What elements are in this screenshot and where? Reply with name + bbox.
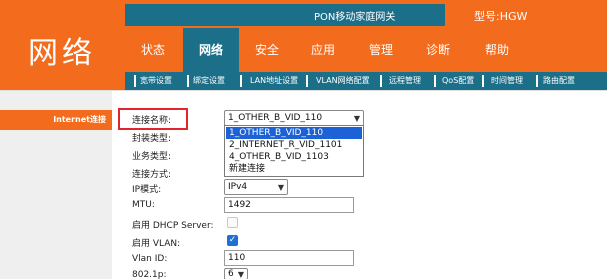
vlan-id-label: Vlan ID:: [132, 254, 168, 264]
subnav-qos[interactable]: QoS配置: [442, 72, 474, 90]
connection-name-label: 连接名称:: [132, 116, 172, 126]
check-icon: ✓: [228, 235, 237, 245]
sub-nav-separator: [536, 75, 538, 87]
device-title: PON移动家庭网关: [314, 12, 396, 23]
dot1p-label: 802.1p:: [132, 270, 167, 279]
dot1p-select[interactable]: 6 ▼: [224, 268, 248, 279]
subnav-vlan-config[interactable]: VLAN网络配置: [316, 72, 370, 90]
connection-mode-label: 连接方式:: [132, 170, 172, 180]
vlan-id-input[interactable]: 110: [224, 250, 354, 266]
subnav-time-management[interactable]: 时间管理: [491, 72, 523, 90]
model-label: 型号:HGW: [474, 10, 528, 23]
nav-diagnostics[interactable]: 诊断: [410, 28, 466, 72]
dot1p-value: 6: [228, 269, 234, 279]
nav-help[interactable]: 帮助: [469, 28, 525, 72]
chevron-down-icon: ▼: [277, 183, 284, 192]
nav-status[interactable]: 状态: [125, 28, 181, 72]
logo: 网络: [28, 36, 96, 71]
chevron-down-icon: ▼: [353, 114, 360, 123]
dropdown-option[interactable]: 2_INTERNET_R_VID_1101: [226, 139, 362, 151]
dropdown-option[interactable]: 4_OTHER_B_VID_1103: [226, 151, 362, 163]
subnav-broadband[interactable]: 宽带设置: [140, 72, 172, 90]
sub-nav-separator: [240, 75, 242, 87]
mtu-label: MTU:: [132, 200, 155, 210]
sub-nav-separator: [482, 75, 484, 87]
nav-applications[interactable]: 应用: [295, 28, 351, 72]
subnav-routing[interactable]: 路由配置: [543, 72, 575, 90]
connection-name-dropdown: 1_OTHER_B_VID_110 2_INTERNET_R_VID_1101 …: [224, 125, 364, 177]
top-title-bar: [125, 4, 445, 26]
sub-nav-separator: [134, 75, 136, 87]
dhcp-server-checkbox[interactable]: [227, 217, 238, 228]
ip-mode-label: IP模式:: [132, 185, 162, 195]
sub-nav-separator: [380, 75, 382, 87]
subnav-lan-address[interactable]: LAN地址设置: [250, 72, 298, 90]
nav-security[interactable]: 安全: [239, 28, 295, 72]
dhcp-server-label: 启用 DHCP Server:: [132, 221, 214, 231]
vlan-enable-label: 启用 VLAN:: [132, 239, 181, 249]
ip-mode-value: IPv4: [228, 182, 248, 192]
subnav-remote-management[interactable]: 远程管理: [389, 72, 421, 90]
dropdown-option[interactable]: 1_OTHER_B_VID_110: [226, 127, 362, 139]
encapsulation-label: 封装类型:: [132, 134, 172, 144]
dropdown-option-new-connection[interactable]: 新建连接: [226, 163, 362, 175]
mtu-input[interactable]: 1492: [224, 197, 354, 213]
service-type-label: 业务类型:: [132, 152, 172, 162]
sub-nav-separator: [187, 75, 189, 87]
connection-name-value: 1_OTHER_B_VID_110: [228, 113, 323, 123]
sub-nav-separator: [434, 75, 436, 87]
nav-network[interactable]: 网络: [183, 28, 239, 74]
vlan-enable-checkbox[interactable]: ✓: [227, 235, 238, 246]
chevron-down-icon: ▼: [237, 270, 244, 279]
ip-mode-select[interactable]: IPv4 ▼: [224, 179, 288, 195]
nav-management[interactable]: 管理: [353, 28, 409, 72]
subnav-binding[interactable]: 绑定设置: [193, 72, 225, 90]
sub-nav-separator: [306, 75, 308, 87]
sidebar-item-internet-connection[interactable]: Internet连接: [0, 110, 112, 130]
